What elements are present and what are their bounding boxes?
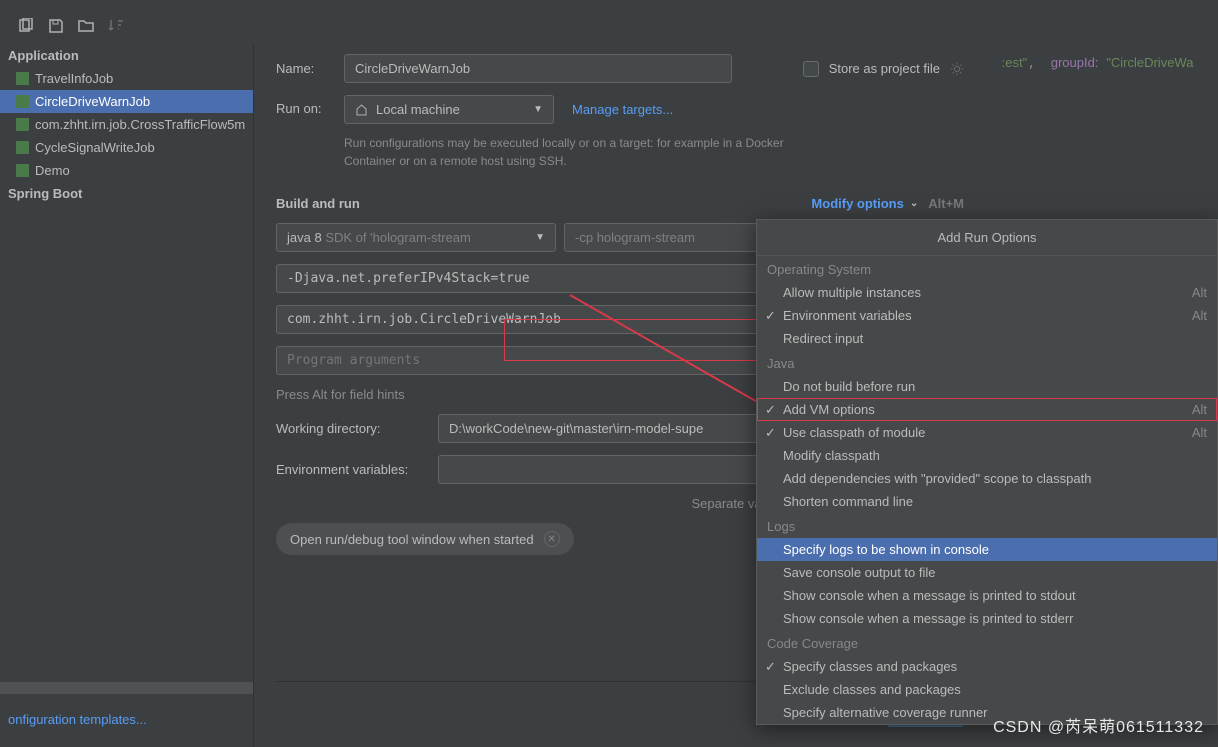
popup-section-header: Code Coverage: [757, 630, 1217, 655]
tree-item[interactable]: Demo: [0, 159, 253, 182]
dialog-title: [0, 0, 986, 10]
popup-item-label: Environment variables: [783, 308, 912, 323]
runon-label: Run on:: [276, 95, 332, 116]
check-icon: ✓: [765, 308, 776, 324]
popup-item[interactable]: Show console when a message is printed t…: [757, 584, 1217, 607]
config-tree-sidebar: Application TravelInfoJob CircleDriveWar…: [0, 44, 254, 747]
save-icon[interactable]: [48, 18, 64, 34]
tree-category-application[interactable]: Application: [0, 44, 253, 67]
popup-item[interactable]: Exclude classes and packages: [757, 678, 1217, 701]
modify-options-link[interactable]: Modify options ⌄: [811, 196, 918, 211]
popup-item-label: Show console when a message is printed t…: [783, 611, 1074, 626]
popup-item[interactable]: Shorten command line: [757, 490, 1217, 513]
sort-icon[interactable]: [108, 18, 124, 34]
popup-item-label: Add dependencies with "provided" scope t…: [783, 471, 1091, 486]
jdk-select[interactable]: java 8 SDK of 'hologram-stream ▼: [276, 223, 556, 252]
chip-remove-icon[interactable]: ✕: [544, 531, 560, 547]
popup-item[interactable]: Do not build before run: [757, 375, 1217, 398]
folder-icon[interactable]: [78, 18, 94, 34]
popup-item[interactable]: Modify classpath: [757, 444, 1217, 467]
editor-background: :est", groupId: "CircleDriveWa: [986, 40, 1193, 71]
popup-item-label: Allow multiple instances: [783, 285, 921, 300]
popup-item[interactable]: Show console when a message is printed t…: [757, 607, 1217, 630]
popup-item-label: Specify logs to be shown in console: [783, 542, 989, 557]
popup-item-label: Specify classes and packages: [783, 659, 957, 674]
popup-item-label: Add VM options: [783, 402, 875, 417]
home-icon: [355, 103, 368, 116]
store-checkbox[interactable]: [803, 61, 819, 77]
target-select[interactable]: Local machine ▼: [344, 95, 554, 124]
popup-item[interactable]: Redirect input: [757, 327, 1217, 350]
popup-item[interactable]: Save console output to file: [757, 561, 1217, 584]
name-input[interactable]: [344, 54, 732, 83]
tree-item[interactable]: com.zhht.irn.job.CrossTrafficFlow5m: [0, 113, 253, 136]
tree-category-spring[interactable]: Spring Boot: [0, 182, 253, 205]
popup-item-label: Exclude classes and packages: [783, 682, 961, 697]
watermark: CSDN @芮呆萌061511332: [993, 713, 1204, 737]
popup-item-label: Redirect input: [783, 331, 863, 346]
popup-item-label: Save console output to file: [783, 565, 936, 580]
popup-title: Add Run Options: [757, 220, 1217, 256]
popup-item-shortcut: Alt: [1192, 285, 1207, 300]
add-run-options-popup: Add Run Options Operating SystemAllow mu…: [756, 219, 1218, 725]
check-icon: ✓: [765, 425, 776, 441]
popup-item[interactable]: ✓ Environment variables Alt: [757, 304, 1217, 327]
option-chip: Open run/debug tool window when started …: [276, 523, 574, 555]
edit-templates-link[interactable]: onfiguration templates...: [0, 702, 253, 747]
popup-item[interactable]: ✓ Add VM options Alt: [757, 398, 1217, 421]
chevron-down-icon: ▼: [533, 104, 543, 115]
chevron-down-icon: ⌄: [910, 198, 918, 209]
runon-hint: Run configurations may be executed local…: [344, 134, 784, 170]
popup-item[interactable]: Add dependencies with "provided" scope t…: [757, 467, 1217, 490]
scrollbar-track[interactable]: [0, 682, 253, 694]
env-vars-label: Environment variables:: [276, 462, 426, 477]
manage-targets-link[interactable]: Manage targets...: [572, 102, 673, 117]
popup-item[interactable]: Specify logs to be shown in console: [757, 538, 1217, 561]
popup-item[interactable]: ✓ Specify classes and packages: [757, 655, 1217, 678]
working-dir-label: Working directory:: [276, 421, 426, 436]
store-label: Store as project file: [829, 61, 940, 76]
popup-item[interactable]: Allow multiple instances Alt: [757, 281, 1217, 304]
check-icon: ✓: [765, 402, 776, 418]
popup-item-label: Use classpath of module: [783, 425, 925, 440]
modify-shortcut: Alt+M: [928, 196, 964, 211]
chevron-down-icon: ▼: [535, 232, 545, 243]
toolbar: [0, 10, 986, 44]
popup-item-label: Shorten command line: [783, 494, 913, 509]
build-run-heading: Build and run: [276, 196, 360, 211]
popup-section-header: Operating System: [757, 256, 1217, 281]
popup-item-shortcut: Alt: [1192, 308, 1207, 323]
tree-item[interactable]: CycleSignalWriteJob: [0, 136, 253, 159]
popup-item-label: Modify classpath: [783, 448, 880, 463]
copy-icon[interactable]: [18, 18, 34, 34]
popup-item-shortcut: Alt: [1192, 402, 1207, 417]
tree-item[interactable]: TravelInfoJob: [0, 67, 253, 90]
popup-item-label: Show console when a message is printed t…: [783, 588, 1076, 603]
popup-section-header: Java: [757, 350, 1217, 375]
check-icon: ✓: [765, 659, 776, 675]
popup-item-shortcut: Alt: [1192, 425, 1207, 440]
popup-section-header: Logs: [757, 513, 1217, 538]
name-label: Name:: [276, 61, 332, 76]
popup-item-label: Specify alternative coverage runner: [783, 705, 988, 720]
tree-item-selected[interactable]: CircleDriveWarnJob: [0, 90, 253, 113]
popup-item-label: Do not build before run: [783, 379, 915, 394]
gear-icon[interactable]: [950, 62, 964, 76]
popup-item[interactable]: ✓ Use classpath of module Alt: [757, 421, 1217, 444]
